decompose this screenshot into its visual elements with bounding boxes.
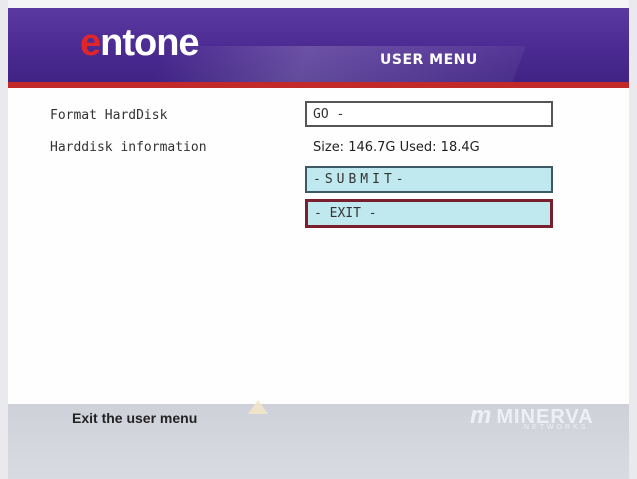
minerva-mark: m xyxy=(470,402,493,429)
harddisk-info-value: Size: 146.7G Used: 18.4G xyxy=(313,140,480,155)
exit-button[interactable]: - EXIT - xyxy=(305,199,553,228)
logo-text: ntone xyxy=(100,22,199,64)
page-title: USER MENU xyxy=(380,52,478,68)
header-accent-line xyxy=(8,82,629,88)
format-go-field[interactable]: GO - xyxy=(305,101,553,127)
help-text: Exit the user menu xyxy=(72,410,198,426)
bezel-left xyxy=(0,0,8,479)
bezel-right xyxy=(629,0,637,479)
submit-button[interactable]: -SUBMIT- xyxy=(305,166,553,193)
minerva-networks-text: NETWORKS xyxy=(524,424,589,431)
harddisk-info-label: Harddisk information xyxy=(50,140,207,155)
entone-logo: entone xyxy=(80,22,200,65)
warning-icon xyxy=(248,400,268,414)
bezel-top xyxy=(0,0,637,8)
format-harddisk-label: Format HardDisk xyxy=(50,108,168,123)
logo-letter-e: e xyxy=(80,22,101,64)
